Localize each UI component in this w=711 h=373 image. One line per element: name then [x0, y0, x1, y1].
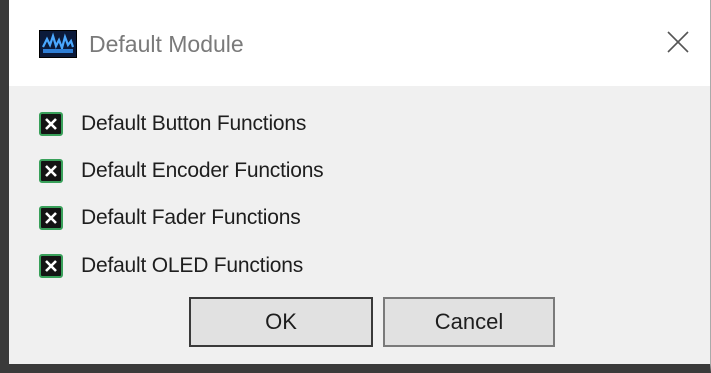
checkbox-label: Default OLED Functions	[81, 254, 304, 277]
checkbox-label: Default Encoder Functions	[81, 159, 324, 182]
checkbox-default-oled-functions[interactable]: Default OLED Functions	[39, 250, 303, 282]
checkbox-checked-icon[interactable]	[39, 159, 63, 183]
close-icon	[667, 31, 689, 53]
checkbox-label: Default Fader Functions	[81, 206, 301, 229]
window-title: Default Module	[89, 31, 244, 57]
title-bar: Default Module	[9, 0, 710, 86]
checkbox-checked-icon[interactable]	[39, 112, 63, 136]
ok-button[interactable]: OK	[189, 297, 373, 347]
default-module-dialog: Default Module Default Button Functions …	[0, 0, 711, 373]
checkbox-default-button-functions[interactable]: Default Button Functions	[39, 108, 306, 140]
app-logo-icon	[39, 30, 77, 58]
cancel-button[interactable]: Cancel	[383, 297, 555, 347]
checkbox-label: Default Button Functions	[81, 112, 307, 135]
checkbox-default-fader-functions[interactable]: Default Fader Functions	[39, 202, 301, 234]
checkbox-checked-icon[interactable]	[39, 206, 63, 230]
checkbox-default-encoder-functions[interactable]: Default Encoder Functions	[39, 155, 324, 187]
close-button[interactable]	[656, 20, 700, 64]
checkbox-checked-icon[interactable]	[39, 254, 63, 278]
